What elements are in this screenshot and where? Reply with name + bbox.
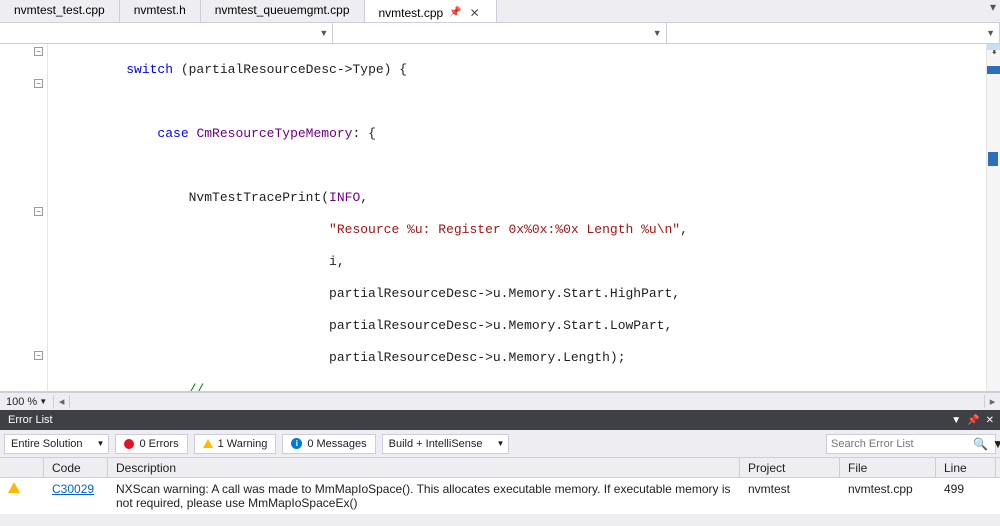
editor-gutter: − − − −: [0, 44, 48, 391]
code-area[interactable]: switch (partialResourceDesc->Type) { cas…: [48, 44, 986, 391]
dropdown-icon[interactable]: ▼: [951, 415, 961, 426]
chevron-down-icon: ▼: [992, 437, 1000, 451]
chevron-down-icon: ▼: [986, 28, 995, 38]
nav-type-dropdown[interactable]: ▼: [333, 23, 666, 43]
row-description-cell: NXScan warning: A call was made to MmMap…: [108, 482, 740, 510]
overview-scroll-top: [987, 44, 1000, 50]
error-icon: [124, 439, 134, 449]
tab-nvmtest-test-cpp[interactable]: nvmtest_test.cpp: [0, 0, 120, 22]
errors-count: 0 Errors: [139, 438, 178, 450]
fold-toggle[interactable]: −: [34, 207, 43, 216]
row-project-cell: nvmtest: [740, 482, 840, 496]
messages-count: 0 Messages: [307, 438, 366, 450]
pin-icon[interactable]: 📌: [967, 415, 979, 426]
chevron-down-icon: ▼: [39, 397, 47, 406]
overview-ruler[interactable]: ⬍: [986, 44, 1000, 391]
navigation-bar: ▼ ▼ ▼: [0, 22, 1000, 44]
nav-member-dropdown[interactable]: ▼: [667, 23, 1000, 43]
col-file[interactable]: File: [840, 458, 936, 477]
overview-highlight-mark: [988, 152, 998, 166]
warning-icon: [203, 439, 213, 448]
search-icon: 🔍: [973, 437, 988, 451]
error-search-box[interactable]: 🔍 ▼: [826, 434, 996, 454]
error-code-link[interactable]: C30029: [52, 482, 94, 496]
row-code-cell: C30029: [44, 482, 108, 496]
zoom-value: 100 %: [6, 396, 37, 408]
col-description[interactable]: Description: [108, 458, 740, 477]
chevron-down-icon: ▼: [653, 28, 662, 38]
zoom-dropdown[interactable]: 100 % ▼: [0, 396, 53, 408]
error-search-input[interactable]: [831, 438, 973, 450]
tab-nvmtest-queuemgmt-cpp[interactable]: nvmtest_queuemgmt.cpp: [201, 0, 365, 22]
col-code[interactable]: Code: [44, 458, 108, 477]
error-row[interactable]: C30029 NXScan warning: A call was made t…: [0, 478, 1000, 514]
warnings-filter-button[interactable]: 1 Warning: [194, 434, 277, 454]
errors-filter-button[interactable]: 0 Errors: [115, 434, 187, 454]
editor-tab-bar: nvmtest_test.cpp nvmtest.h nvmtest_queue…: [0, 0, 1000, 22]
chevron-down-icon: ▼: [497, 439, 505, 448]
row-file-cell: nvmtest.cpp: [840, 482, 936, 496]
info-icon: i: [291, 438, 302, 449]
source-filter-value: Build + IntelliSense: [389, 438, 483, 450]
fold-toggle[interactable]: −: [34, 79, 43, 88]
tab-label: nvmtest.cpp: [379, 6, 444, 20]
horizontal-scrollbar[interactable]: ◂ ▸: [53, 395, 1000, 408]
scroll-left-icon[interactable]: ◂: [54, 395, 70, 408]
close-icon[interactable]: ✕: [986, 415, 994, 426]
chevron-down-icon: ▼: [319, 28, 328, 38]
col-line[interactable]: Line: [936, 458, 996, 477]
fold-toggle[interactable]: −: [34, 351, 43, 360]
source-filter-dropdown[interactable]: Build + IntelliSense ▼: [382, 434, 510, 454]
nav-scope-dropdown[interactable]: ▼: [0, 23, 333, 43]
scope-dropdown[interactable]: Entire Solution ▼: [4, 434, 109, 454]
tab-nvmtest-h[interactable]: nvmtest.h: [120, 0, 201, 22]
pin-icon[interactable]: 📌: [449, 7, 461, 18]
code-editor[interactable]: − − − − switch (partialResourceDesc->Typ…: [0, 44, 1000, 392]
grid-header: Code Description Project File Line: [0, 458, 1000, 478]
col-icon[interactable]: [0, 458, 44, 477]
col-project[interactable]: Project: [740, 458, 840, 477]
scope-value: Entire Solution: [11, 438, 83, 450]
tab-nvmtest-cpp[interactable]: nvmtest.cpp 📌 ✕: [365, 0, 497, 22]
row-line-cell: 499: [936, 482, 996, 496]
overview-caret-mark: [987, 66, 1000, 74]
panel-title: Error List: [8, 414, 53, 426]
warnings-count: 1 Warning: [218, 438, 268, 450]
error-list-toolbar: Entire Solution ▼ 0 Errors 1 Warning i 0…: [0, 430, 1000, 458]
error-list-title-bar: Error List ▼ 📌 ✕: [0, 410, 1000, 430]
scroll-right-icon[interactable]: ▸: [984, 395, 1000, 408]
chevron-down-icon: ▼: [97, 439, 105, 448]
error-list-grid: Code Description Project File Line C3002…: [0, 458, 1000, 514]
messages-filter-button[interactable]: i 0 Messages: [282, 434, 375, 454]
fold-toggle[interactable]: −: [34, 47, 43, 56]
editor-footer-bar: 100 % ▼ ◂ ▸: [0, 392, 1000, 410]
warning-icon: [8, 482, 20, 493]
close-icon[interactable]: ✕: [468, 6, 482, 20]
tab-overflow-button[interactable]: ▾: [986, 0, 1000, 22]
row-severity-cell: [0, 482, 44, 496]
